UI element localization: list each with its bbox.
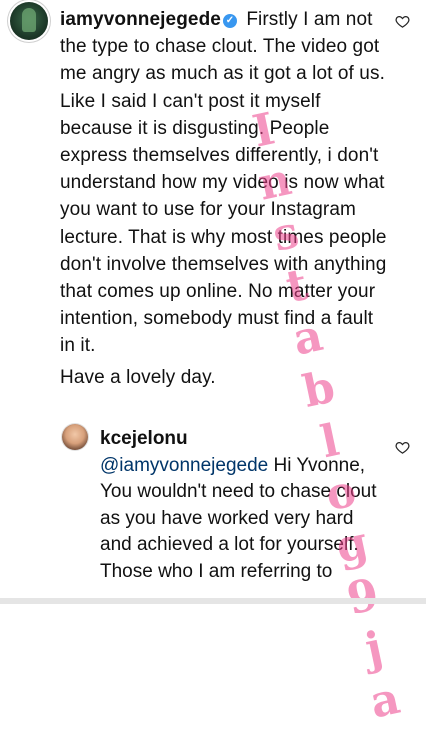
avatar[interactable] bbox=[62, 424, 88, 450]
heart-icon[interactable] bbox=[395, 14, 410, 29]
comment-username[interactable]: iamyvonnejegede bbox=[60, 9, 221, 30]
reply-username[interactable]: kcejelonu bbox=[100, 428, 188, 449]
bottom-divider bbox=[0, 598, 426, 604]
comment-text: iamyvonnejegede ✓ Firstly I am not the ty… bbox=[60, 6, 392, 391]
avatar[interactable] bbox=[10, 2, 48, 40]
heart-icon[interactable] bbox=[395, 440, 410, 455]
comment-sign-off: Have a lovely day. bbox=[60, 366, 216, 388]
mention-link[interactable]: @iamyvonnejegede bbox=[100, 455, 268, 476]
comment-body: Firstly I am not the type to chase clout… bbox=[60, 9, 387, 357]
reply-text: kcejelonu @iamyvonnejegede Hi Yvonne, Yo… bbox=[100, 426, 390, 586]
verified-badge-icon: ✓ bbox=[222, 14, 237, 28]
avatar-image bbox=[22, 8, 36, 32]
